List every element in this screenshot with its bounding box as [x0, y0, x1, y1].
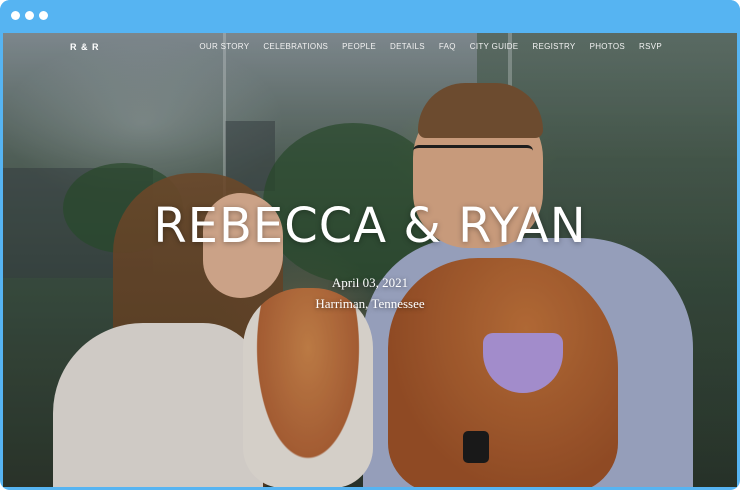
wedding-location: Harriman, Tennessee: [315, 296, 425, 311]
hero-overlay: [3, 33, 737, 487]
nav-links: OUR STORY CELEBRATIONS PEOPLE DETAILS FA…: [199, 42, 662, 51]
nav-link-details[interactable]: DETAILS: [390, 42, 425, 51]
browser-window: R & R OUR STORY CELEBRATIONS PEOPLE DETA…: [0, 0, 740, 490]
site-nav: R & R OUR STORY CELEBRATIONS PEOPLE DETA…: [3, 33, 737, 61]
nav-link-registry[interactable]: REGISTRY: [532, 42, 575, 51]
nav-link-people[interactable]: PEOPLE: [342, 42, 376, 51]
nav-link-city-guide[interactable]: CITY GUIDE: [470, 42, 519, 51]
site-brand[interactable]: R & R: [70, 42, 100, 52]
page-viewport: R & R OUR STORY CELEBRATIONS PEOPLE DETA…: [3, 33, 737, 487]
window-controls: [11, 11, 48, 20]
browser-chrome: [0, 0, 740, 33]
hero-title: REBECCA & RYAN: [153, 198, 587, 254]
window-control-dot[interactable]: [39, 11, 48, 20]
nav-link-faq[interactable]: FAQ: [439, 42, 456, 51]
wedding-date: April 03, 2021: [331, 275, 409, 290]
nav-link-our-story[interactable]: OUR STORY: [199, 42, 249, 51]
nav-link-photos[interactable]: PHOTOS: [590, 42, 625, 51]
nav-link-celebrations[interactable]: CELEBRATIONS: [263, 42, 328, 51]
nav-link-rsvp[interactable]: RSVP: [639, 42, 662, 51]
window-control-dot[interactable]: [25, 11, 34, 20]
window-control-dot[interactable]: [11, 11, 20, 20]
